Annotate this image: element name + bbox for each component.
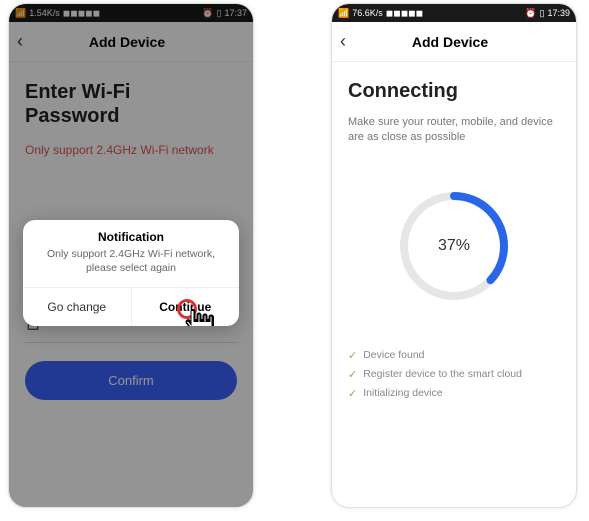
phone-left: 📶 1.54K/s ◼◼◼◼◼ ⏰ ▯ 17:37 ‹ Add Device E… — [8, 3, 254, 508]
clock: 17:39 — [547, 8, 570, 18]
progress-circle: 37% — [394, 186, 514, 306]
progress-percent: 37% — [394, 186, 514, 306]
step-label: Initializing device — [363, 387, 442, 399]
connecting-heading: Connecting — [348, 80, 560, 103]
step-item: ✓ Register device to the smart cloud — [348, 365, 560, 384]
go-change-button[interactable]: Go change — [23, 288, 132, 326]
phone-right: 📶 76.6K/s ◼◼◼◼◼ ⏰ ▯ 17:39 ‹ Add Device C… — [331, 3, 577, 508]
dialog-message: Only support 2.4GHz Wi-Fi network, pleas… — [23, 248, 239, 287]
status-icons: ◼◼◼◼◼ — [386, 8, 423, 19]
status-bar: 📶 76.6K/s ◼◼◼◼◼ ⏰ ▯ 17:39 — [332, 4, 576, 22]
continue-button[interactable]: Continue — [132, 288, 240, 326]
check-icon: ✓ — [348, 387, 357, 400]
alarm-icon: ⏰ — [525, 8, 536, 19]
steps-list: ✓ Device found ✓ Register device to the … — [348, 346, 560, 403]
check-icon: ✓ — [348, 368, 357, 381]
step-label: Register device to the smart cloud — [363, 368, 522, 380]
network-speed: 76.6K/s — [352, 8, 383, 18]
page-title: Add Device — [332, 34, 568, 50]
check-icon: ✓ — [348, 349, 357, 362]
dialog-title: Notification — [23, 220, 239, 248]
battery-icon: ▯ — [540, 8, 545, 19]
content-area: Connecting Make sure your router, mobile… — [332, 62, 576, 507]
step-label: Device found — [363, 349, 424, 361]
app-bar: ‹ Add Device — [332, 22, 576, 62]
connecting-subtitle: Make sure your router, mobile, and devic… — [348, 115, 560, 146]
notification-dialog: Notification Only support 2.4GHz Wi-Fi n… — [23, 220, 239, 326]
step-item: ✓ Device found — [348, 346, 560, 365]
signal-icon: 📶 — [338, 8, 349, 19]
step-item: ✓ Initializing device — [348, 384, 560, 403]
